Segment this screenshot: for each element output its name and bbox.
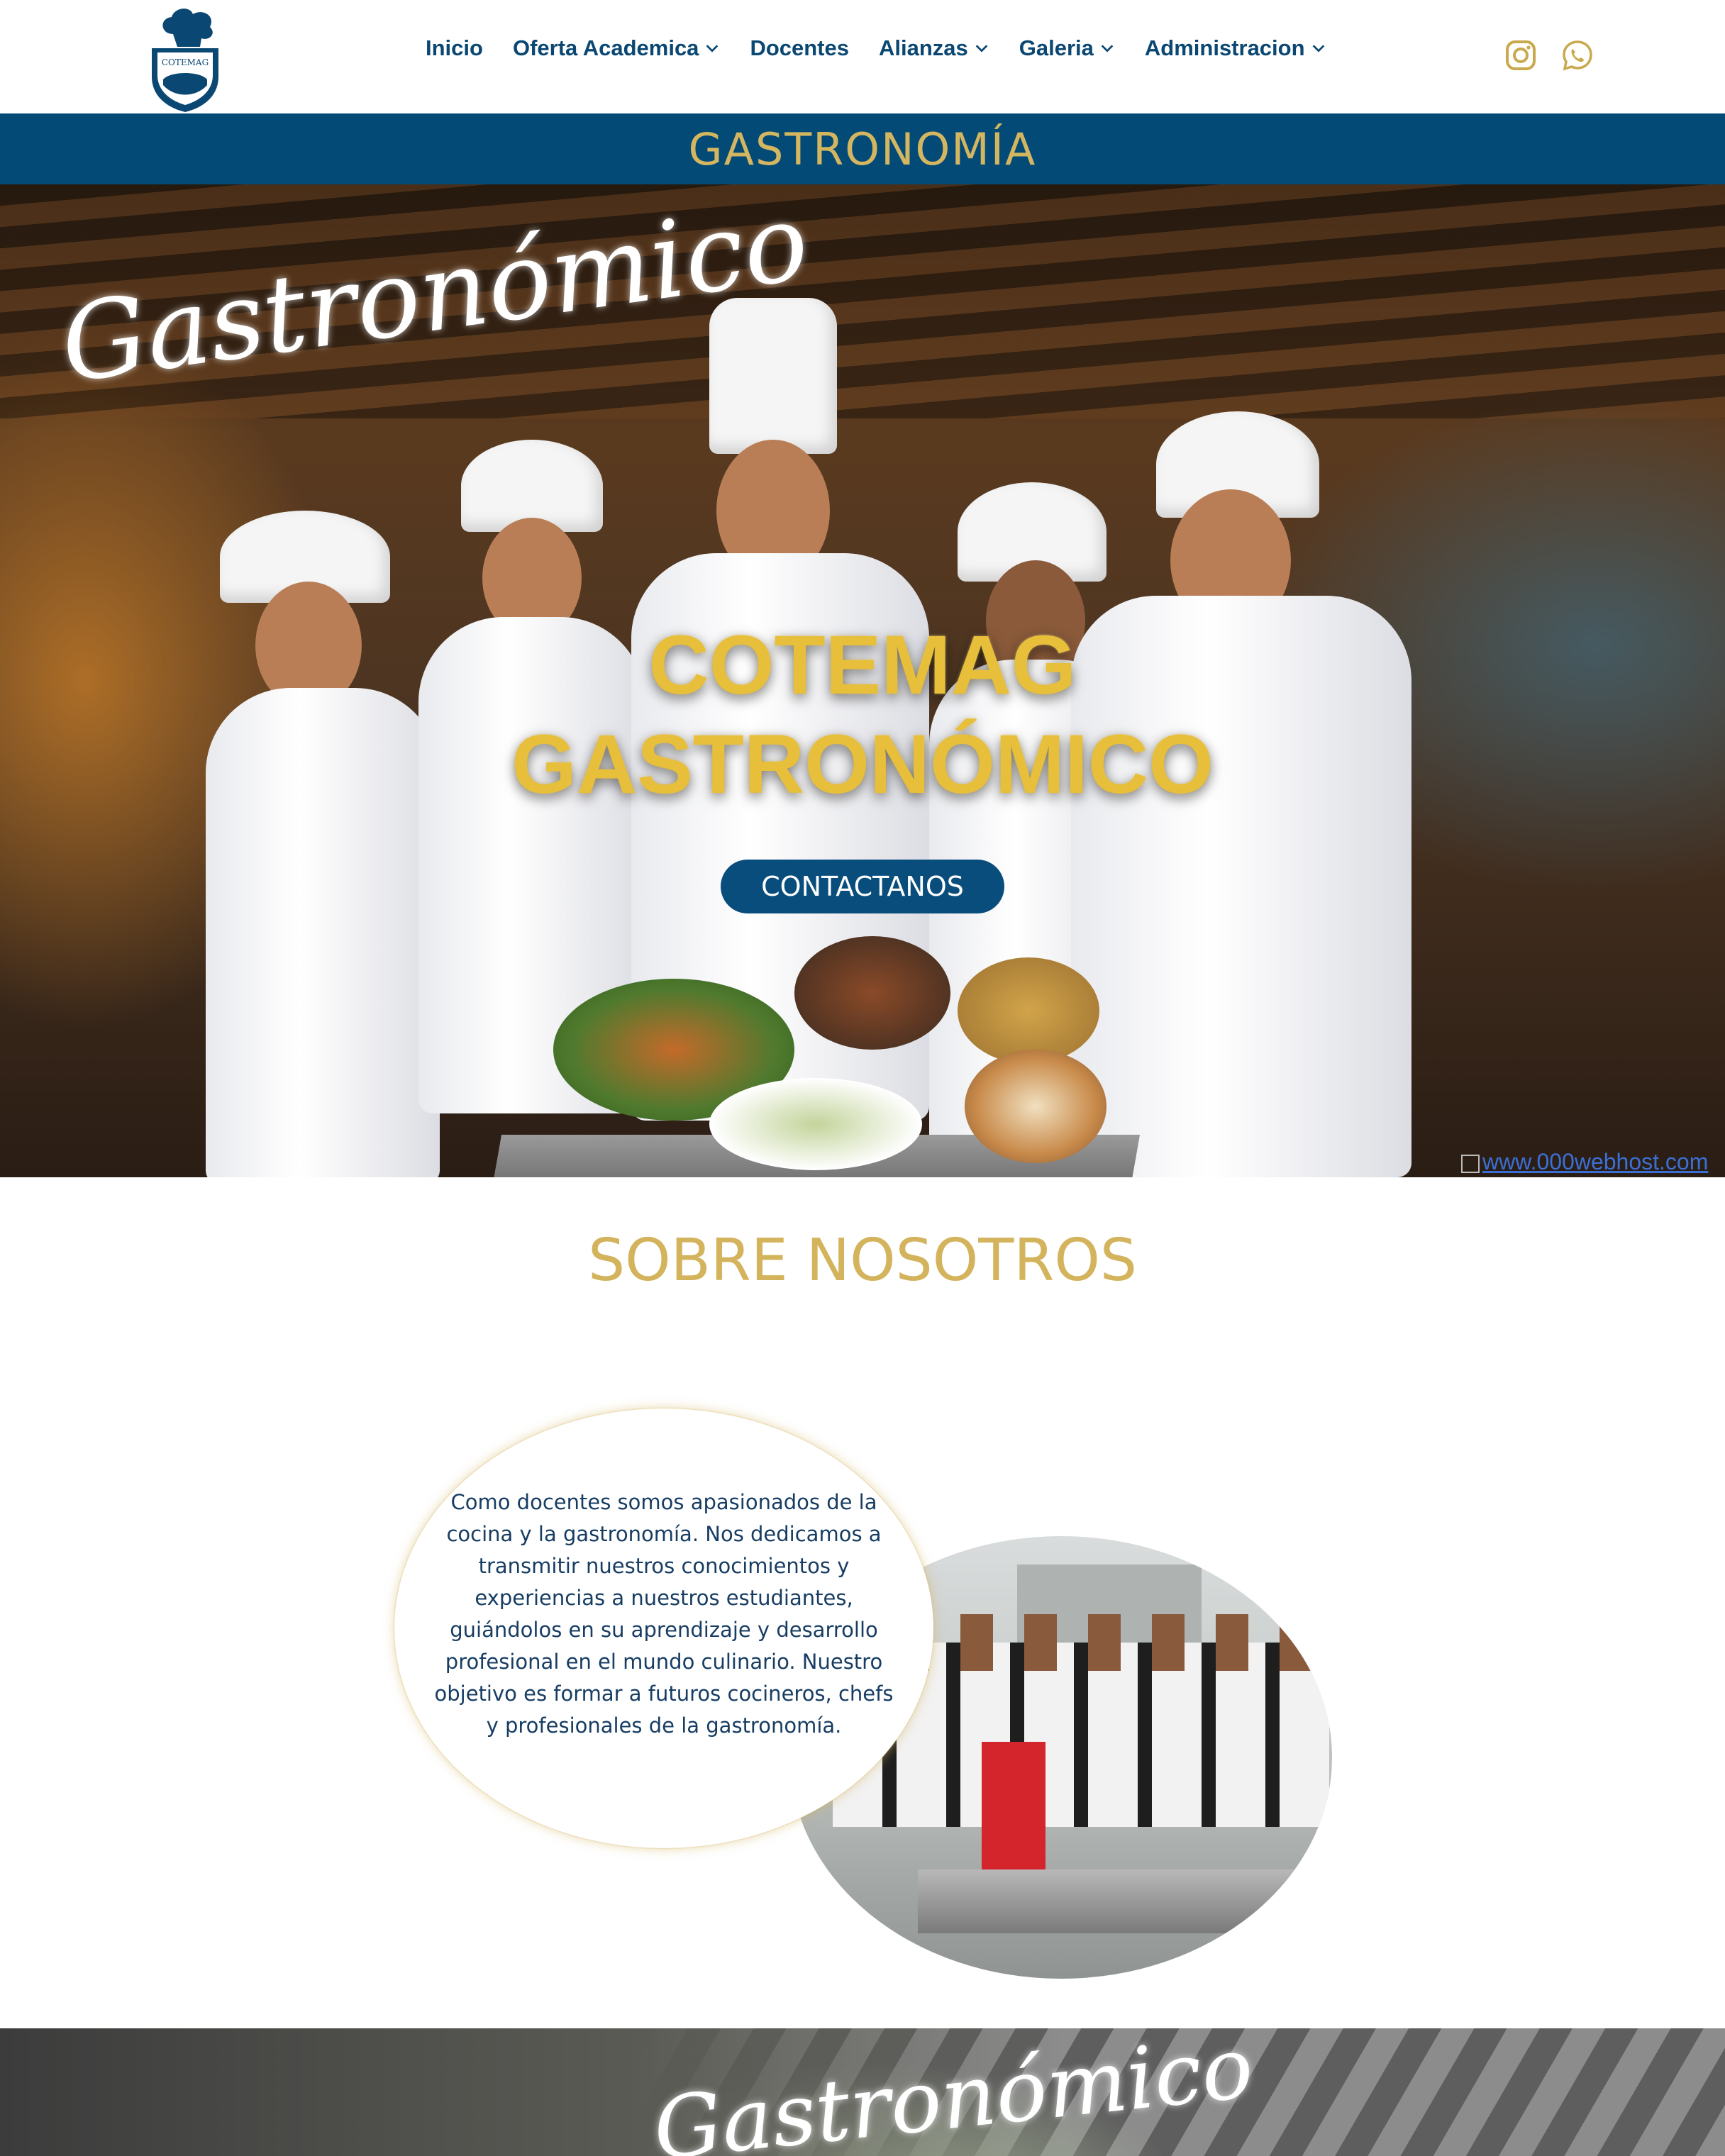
nav-label: Inicio [426, 35, 483, 60]
nav-administracion[interactable]: Administracion [1145, 35, 1326, 61]
nav-oferta-academica[interactable]: Oferta Academica [513, 35, 720, 61]
site-header: COTEMAG Inicio Oferta Academica Docentes… [0, 0, 1725, 113]
contact-button[interactable]: CONTACTANOS [721, 860, 1004, 913]
page-title: GASTRONOMÍA [688, 123, 1037, 175]
about-text-oval: Como docentes somos apasionados de la co… [394, 1408, 933, 1848]
bottom-banner: Gastronómico [0, 2028, 1725, 2156]
hero-headline-line1: COTEMAG [648, 618, 1077, 712]
section-title-bar: GASTRONOMÍA [0, 113, 1725, 184]
chevron-down-icon [1101, 45, 1114, 52]
nav-galeria[interactable]: Galeria [1019, 35, 1115, 61]
broken-image-link[interactable]: www.000webhost.com [1461, 1149, 1708, 1175]
instagram-icon[interactable] [1504, 38, 1538, 72]
nav-alianzas[interactable]: Alianzas [879, 35, 989, 61]
hero-headline-line2: GASTRONÓMICO [511, 718, 1214, 811]
nav-label: Administracion [1144, 35, 1305, 60]
nav-label: Oferta Academica [512, 35, 699, 60]
broken-image-icon [1461, 1154, 1480, 1173]
red-apron [982, 1742, 1045, 1877]
food-dish [794, 936, 950, 1050]
food-dish [965, 1050, 1106, 1163]
food-dish [958, 957, 1099, 1064]
nav-inicio[interactable]: Inicio [426, 35, 483, 61]
main-nav: Inicio Oferta Academica Docentes Alianza… [426, 35, 1326, 61]
whatsapp-icon[interactable] [1560, 38, 1594, 72]
nav-docentes[interactable]: Docentes [750, 35, 849, 61]
chevron-down-icon [1312, 45, 1324, 52]
chevron-down-icon [706, 45, 719, 52]
about-description: Como docentes somos apasionados de la co… [434, 1490, 894, 1738]
nav-label: Galeria [1019, 35, 1094, 60]
cotemag-logo[interactable]: COTEMAG [146, 6, 224, 112]
steel-counter [918, 1869, 1315, 1933]
broken-image-alt: www.000webhost.com [1482, 1149, 1709, 1174]
hero-banner: Gastronómico COTEMAG GASTRONÓMICO CONTAC… [0, 184, 1725, 1177]
about-title: SOBRE NOSOTROS [588, 1227, 1137, 1294]
food-dish [709, 1078, 922, 1170]
chevron-down-icon [975, 45, 988, 52]
nav-label: Alianzas [878, 35, 968, 60]
nav-label: Docentes [750, 35, 849, 60]
svg-text:COTEMAG: COTEMAG [162, 57, 209, 67]
